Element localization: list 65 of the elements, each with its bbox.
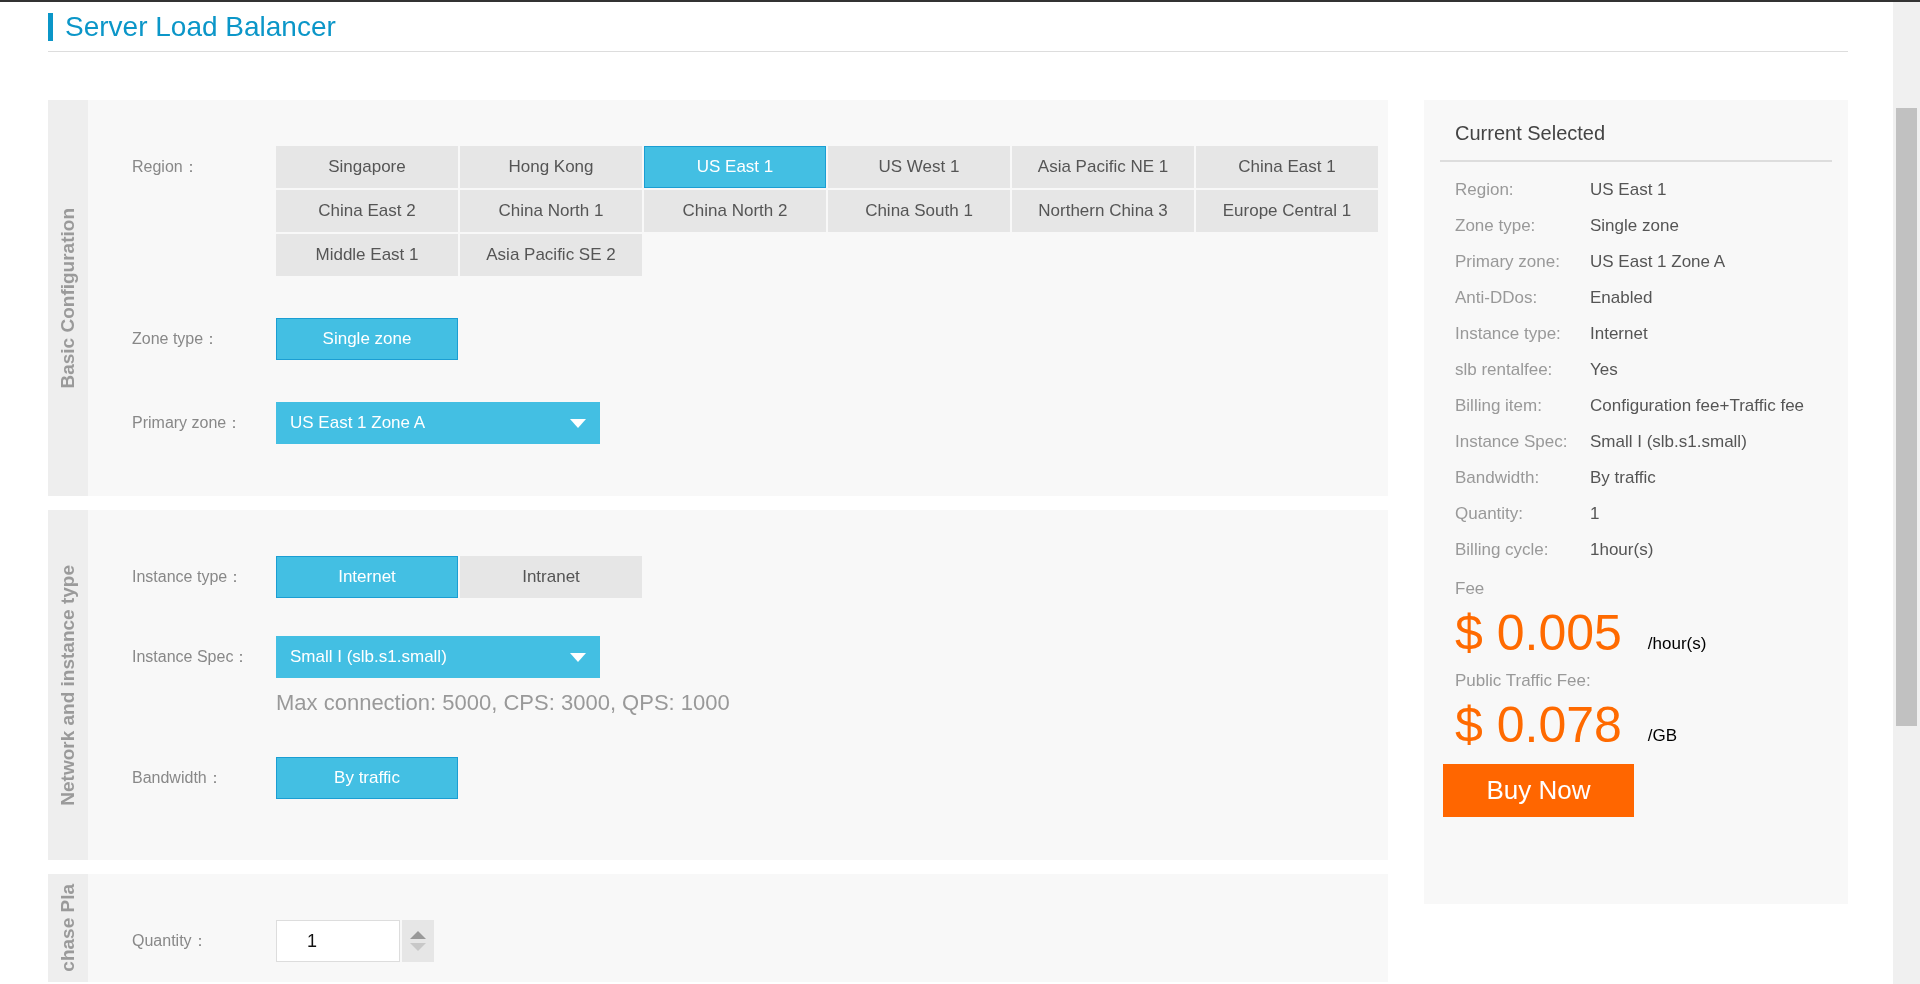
option-button[interactable]: Middle East 1: [276, 234, 458, 276]
fee-label: Public Traffic Fee:: [1455, 670, 1592, 692]
option-button[interactable]: Intranet: [460, 556, 642, 598]
summary-label: Bandwidth:: [1455, 467, 1541, 489]
summary-value: By traffic: [1590, 467, 1657, 489]
option-button[interactable]: Asia Pacific SE 2: [460, 234, 642, 276]
summary-value: Enabled: [1590, 287, 1654, 309]
summary-label: Quantity:: [1455, 503, 1525, 525]
option-button[interactable]: China South 1: [828, 190, 1010, 232]
field-label: Zone type：: [132, 329, 221, 349]
summary-label: Billing cycle:: [1455, 539, 1550, 561]
summary-value: Internet: [1590, 323, 1649, 345]
summary-value: Configuration fee+Traffic fee: [1590, 395, 1806, 417]
field-label: Instance type：: [132, 567, 245, 587]
summary-label: Zone type:: [1455, 215, 1537, 237]
option-button[interactable]: Europe Central 1: [1196, 190, 1378, 232]
option-button[interactable]: Northern China 3: [1012, 190, 1194, 232]
section-heading: chase Pla: [55, 884, 79, 972]
section-heading: Basic Configuration: [55, 207, 79, 389]
price-unit: /hour(s): [1647, 632, 1707, 655]
price: $ 0.005: [1455, 606, 1622, 660]
price: $ 0.078: [1455, 698, 1622, 752]
scrollbar-thumb[interactable]: [1896, 108, 1917, 726]
summary-label: Primary zone:: [1455, 251, 1561, 273]
summary-label: Instance Spec:: [1455, 431, 1569, 453]
summary-label: Instance type:: [1455, 323, 1562, 345]
caret-icon: [570, 652, 586, 662]
field-label: Region：: [132, 157, 200, 177]
field-label: Primary zone：: [132, 413, 244, 433]
summary-value: US East 1: [1590, 179, 1668, 201]
summary-label: Billing item:: [1455, 395, 1543, 417]
option-button[interactable]: Singapore: [276, 146, 458, 188]
scrollbar[interactable]: [1893, 2, 1920, 984]
quantity-field[interactable]: 1: [276, 920, 400, 962]
summary-value: 1hour(s): [1590, 539, 1655, 561]
summary-value: Small I (slb.s1.small): [1590, 431, 1748, 453]
summary-value: US East 1 Zone A: [1590, 251, 1727, 273]
title-accent-bar: [48, 12, 53, 41]
option-button[interactable]: China North 2: [644, 190, 826, 232]
field-label: Instance Spec：: [132, 647, 251, 667]
option-button[interactable]: China North 1: [460, 190, 642, 232]
summary-title: Current Selected: [1440, 118, 1832, 162]
option-button[interactable]: Hong Kong: [460, 146, 642, 188]
dropdown-value: US East 1 Zone A: [290, 412, 426, 435]
field-label: Quantity：: [132, 931, 209, 951]
summary-value: 1: [1590, 503, 1601, 525]
page-title: Server Load Balancer: [65, 9, 336, 44]
summary-label: slb rentalfee:: [1455, 359, 1554, 381]
option-button[interactable]: US West 1: [828, 146, 1010, 188]
caret-icon: [570, 418, 586, 428]
up-down-arrows-icon: [410, 929, 426, 953]
summary-label: Region:: [1455, 179, 1515, 201]
option-button[interactable]: China East 1: [1196, 146, 1378, 188]
fee-label: Fee: [1455, 578, 1486, 600]
field-label: Bandwidth：: [132, 768, 224, 788]
spec-note: Max connection: 5000, CPS: 3000, QPS: 1000: [276, 689, 730, 717]
price-unit: /GB: [1647, 724, 1678, 747]
summary-label: Anti-DDos:: [1455, 287, 1539, 309]
summary-value: Single zone: [1590, 215, 1680, 237]
option-button[interactable]: Asia Pacific NE 1: [1012, 146, 1194, 188]
summary-value: Yes: [1590, 359, 1619, 381]
section-heading: Network and instance type: [55, 564, 79, 806]
spinner-control[interactable]: [402, 920, 434, 962]
dropdown-value: Small I (slb.s1.small): [290, 646, 447, 669]
option-button[interactable]: China East 2: [276, 190, 458, 232]
